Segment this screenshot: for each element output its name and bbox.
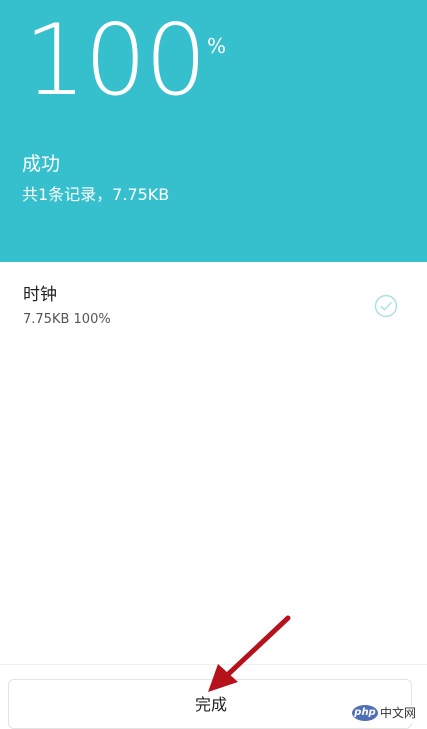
annotation-arrow-icon (208, 615, 291, 692)
status-title: 成功 (22, 153, 61, 175)
status-summary: 共1条记录，7.75KB (22, 185, 170, 204)
item-name: 时钟 (23, 285, 57, 305)
result-header: 100 % 成功 共1条记录，7.75KB (0, 0, 427, 262)
percent-value: 100 (24, 4, 207, 118)
watermark-logo: php (352, 705, 378, 721)
list-item[interactable]: 时钟 7.75KB 100% (0, 262, 427, 346)
percent-sign: % (207, 34, 227, 58)
check-circle-icon (374, 294, 398, 318)
record-list: 时钟 7.75KB 100% (0, 262, 427, 346)
item-meta: 7.75KB 100% (23, 312, 111, 327)
watermark: php 中文网 (352, 705, 427, 723)
watermark-text: 中文网 (380, 706, 417, 720)
